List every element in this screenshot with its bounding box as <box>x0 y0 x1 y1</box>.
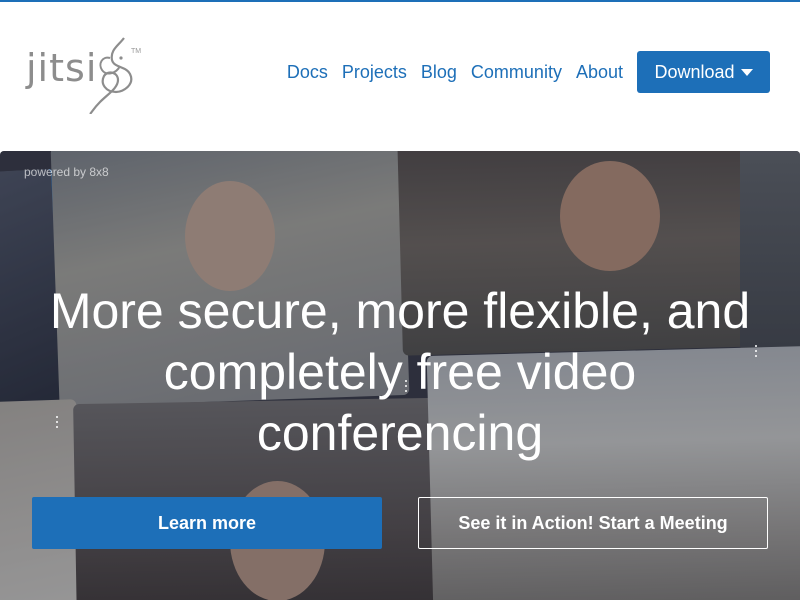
main-nav: Docs Projects Blog Community About Downl… <box>287 51 770 93</box>
hero-section: powered by 8x8 More secure, more flexibl… <box>0 151 800 600</box>
jitsi-swirl-icon <box>89 37 133 114</box>
nav-community[interactable]: Community <box>471 62 562 83</box>
powered-by-label: powered by 8x8 <box>24 165 109 179</box>
nav-blog[interactable]: Blog <box>421 62 457 83</box>
start-meeting-button[interactable]: See it in Action! Start a Meeting <box>418 497 768 549</box>
nav-about[interactable]: About <box>576 62 623 83</box>
nav-docs[interactable]: Docs <box>287 62 328 83</box>
caret-down-icon <box>740 68 753 76</box>
learn-more-button[interactable]: Learn more <box>32 497 382 549</box>
site-header: jitsi TM Docs Projects Blog Community Ab… <box>0 2 800 151</box>
hero-headline: More secure, more flexible, and complete… <box>49 283 751 461</box>
jitsi-logo[interactable]: jitsi TM <box>26 36 146 116</box>
nav-projects[interactable]: Projects <box>342 62 407 83</box>
download-button[interactable]: Download <box>637 51 770 93</box>
download-label: Download <box>654 61 735 82</box>
